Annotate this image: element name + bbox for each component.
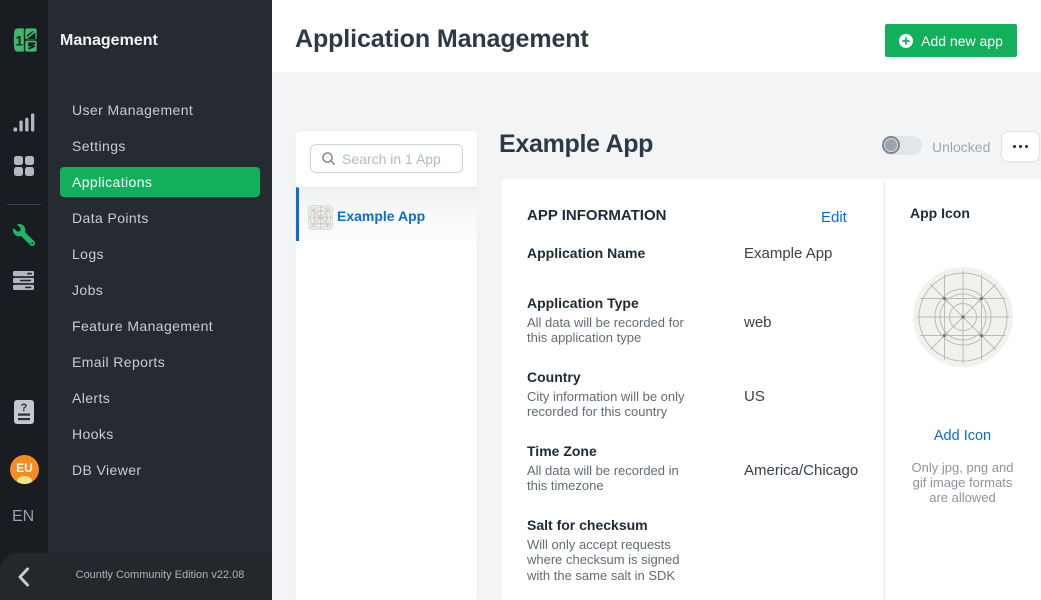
svg-text:1: 1	[15, 33, 23, 48]
svg-text:?: ?	[21, 402, 28, 414]
